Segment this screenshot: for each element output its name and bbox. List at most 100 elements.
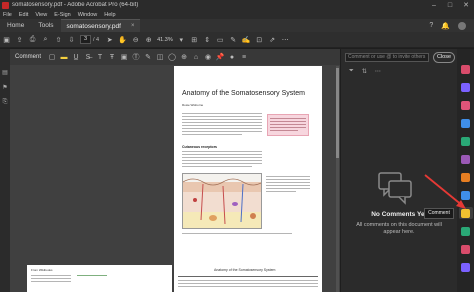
menu-edit[interactable]: Edit bbox=[19, 12, 28, 18]
edit-pdf-icon[interactable] bbox=[461, 101, 470, 110]
annotation-line bbox=[270, 130, 298, 131]
replace-text-icon[interactable]: T bbox=[94, 51, 106, 63]
text-box-icon[interactable]: ▣ bbox=[118, 51, 130, 63]
shapes-icon[interactable]: ◯ bbox=[166, 51, 178, 63]
color-picker-icon[interactable]: ● bbox=[226, 51, 238, 63]
text-line bbox=[182, 166, 252, 167]
underline-icon[interactable]: U̲ bbox=[70, 51, 82, 63]
highlight-icon[interactable]: ▬ bbox=[58, 51, 70, 63]
comment-search-input[interactable]: Comment or use @ to invite others bbox=[345, 53, 429, 62]
zoom-level[interactable]: 41.3% bbox=[157, 37, 173, 43]
caption-line bbox=[266, 188, 310, 189]
text-line bbox=[182, 154, 262, 155]
line-width-icon[interactable]: ≡ bbox=[238, 51, 250, 63]
annotation-box[interactable] bbox=[267, 114, 309, 136]
comment-toolbar-label: Comment bbox=[15, 54, 42, 60]
comments-panel-toolbar: ⏷ ⇅ ⋯ bbox=[349, 68, 389, 75]
combine-files-icon[interactable] bbox=[461, 137, 470, 146]
text-line bbox=[31, 278, 71, 279]
tab-bar: Home Tools somatosensory.pdf × ? 🔔 bbox=[0, 19, 474, 32]
more-options-icon[interactable]: ⋯ bbox=[375, 68, 381, 75]
text-comment-icon[interactable]: Ⓣ bbox=[130, 51, 142, 63]
sign-icon[interactable]: ✍ bbox=[240, 33, 253, 46]
text-line bbox=[182, 151, 262, 152]
save-icon[interactable]: ▣ bbox=[0, 33, 13, 46]
empty-state-description: All comments on this document will appea… bbox=[356, 222, 442, 235]
prev-page-icon[interactable]: ⇧ bbox=[52, 33, 65, 46]
menu-window[interactable]: Window bbox=[78, 12, 98, 18]
text-line bbox=[182, 128, 262, 129]
more-tools-rail-icon[interactable] bbox=[461, 263, 470, 272]
document-viewport[interactable]: Anatomy of the Somatosensory System Rosi… bbox=[10, 65, 340, 292]
maximize-button[interactable]: □ bbox=[442, 2, 458, 9]
drawing-tool-icon[interactable]: ✎ bbox=[142, 51, 154, 63]
comment-toolbar: Comment ▢ ▬ U̲ S̶ T Ŧ ▣ Ⓣ ✎ ◫ ◯ ⊕ ⌂ ◉ 📌 … bbox=[10, 49, 340, 65]
text-line bbox=[182, 116, 262, 117]
left-navigation-rail: ▤ ⚑ ⎘ bbox=[0, 49, 10, 292]
scrollbar-thumb[interactable] bbox=[336, 68, 339, 158]
insert-text-icon[interactable]: Ŧ bbox=[106, 51, 118, 63]
upload-icon[interactable]: ⇪ bbox=[13, 33, 26, 46]
window-title: somatosensory.pdf - Adobe Acrobat Pro (6… bbox=[12, 2, 139, 8]
menu-help[interactable]: Help bbox=[104, 12, 115, 18]
next-page-icon[interactable]: ⇩ bbox=[65, 33, 78, 46]
scan-ocr-icon[interactable] bbox=[461, 191, 470, 200]
page-number-input[interactable]: 3 bbox=[80, 35, 91, 44]
stamp-tool-icon[interactable]: ⊕ bbox=[178, 51, 190, 63]
close-tab-icon[interactable]: × bbox=[131, 23, 135, 29]
pdf-page-title: Anatomy of the Somatosensory System bbox=[182, 90, 305, 97]
scroll-mode-icon[interactable]: ⇕ bbox=[201, 33, 214, 46]
filter-icon[interactable]: ⏷ bbox=[349, 68, 354, 75]
protect-icon[interactable] bbox=[461, 227, 470, 236]
caption-line bbox=[266, 182, 310, 183]
zoom-out-icon[interactable]: ⊖ bbox=[129, 33, 142, 46]
close-comments-button[interactable]: Close bbox=[433, 52, 455, 63]
annotation-line bbox=[270, 124, 306, 125]
section-heading: Cutaneous receptors bbox=[182, 145, 218, 149]
table-row-line bbox=[178, 283, 318, 284]
strikethrough-icon[interactable]: S̶ bbox=[82, 51, 94, 63]
tab-tools[interactable]: Tools bbox=[31, 22, 60, 29]
notifications-icon[interactable]: 🔔 bbox=[441, 22, 450, 30]
more-tools-icon[interactable]: ⋯ bbox=[279, 33, 292, 46]
search-icon[interactable]: ⌕ bbox=[39, 33, 52, 46]
close-window-button[interactable]: ✕ bbox=[458, 1, 474, 9]
sticky-note-icon[interactable]: ▢ bbox=[46, 51, 58, 63]
organize-pages-icon[interactable] bbox=[461, 119, 470, 128]
comment-tool-icon[interactable] bbox=[461, 209, 470, 218]
zoom-dropdown-icon[interactable]: ▾ bbox=[175, 33, 188, 46]
menu-file[interactable]: File bbox=[3, 12, 12, 18]
tab-home[interactable]: Home bbox=[0, 22, 31, 29]
comment-toolbar-icon[interactable]: ▭ bbox=[214, 33, 227, 46]
page-thumbnails-icon[interactable]: ▤ bbox=[2, 69, 8, 76]
minimize-button[interactable]: – bbox=[426, 2, 442, 9]
share-icon[interactable]: ⇗ bbox=[266, 33, 279, 46]
record-audio-icon[interactable]: ◉ bbox=[202, 51, 214, 63]
print-icon[interactable]: ⎙ bbox=[26, 33, 39, 46]
create-pdf-icon[interactable] bbox=[461, 83, 470, 92]
fill-and-sign-icon[interactable] bbox=[461, 173, 470, 182]
bookmarks-icon[interactable]: ⚑ bbox=[2, 84, 7, 91]
menu-esign[interactable]: E-Sign bbox=[54, 12, 71, 18]
attach-file-icon[interactable]: ⌂ bbox=[190, 51, 202, 63]
fit-page-icon[interactable]: ⊞ bbox=[188, 33, 201, 46]
pin-icon[interactable]: 📌 bbox=[214, 51, 226, 63]
pen-icon[interactable]: ✎ bbox=[227, 33, 240, 46]
skin-diagram-graphic bbox=[183, 178, 261, 228]
stamp-icon[interactable]: ⊡ bbox=[253, 33, 266, 46]
tab-document[interactable]: somatosensory.pdf × bbox=[60, 19, 141, 32]
export-pdf-icon[interactable] bbox=[461, 65, 470, 74]
zoom-in-icon[interactable]: ⊕ bbox=[142, 33, 155, 46]
menu-view[interactable]: View bbox=[35, 12, 47, 18]
select-cursor-icon[interactable]: ➤ bbox=[103, 33, 116, 46]
help-icon[interactable]: ? bbox=[429, 22, 433, 29]
eraser-icon[interactable]: ◫ bbox=[154, 51, 166, 63]
caption-line bbox=[266, 185, 310, 186]
sort-icon[interactable]: ⇅ bbox=[362, 68, 367, 75]
text-line bbox=[31, 281, 71, 282]
hand-tool-icon[interactable]: ✋ bbox=[116, 33, 129, 46]
send-for-signature-icon[interactable] bbox=[461, 155, 470, 164]
attachments-icon[interactable]: ⎘ bbox=[3, 99, 8, 106]
compress-pdf-icon[interactable] bbox=[461, 245, 470, 254]
user-avatar[interactable] bbox=[458, 21, 466, 30]
